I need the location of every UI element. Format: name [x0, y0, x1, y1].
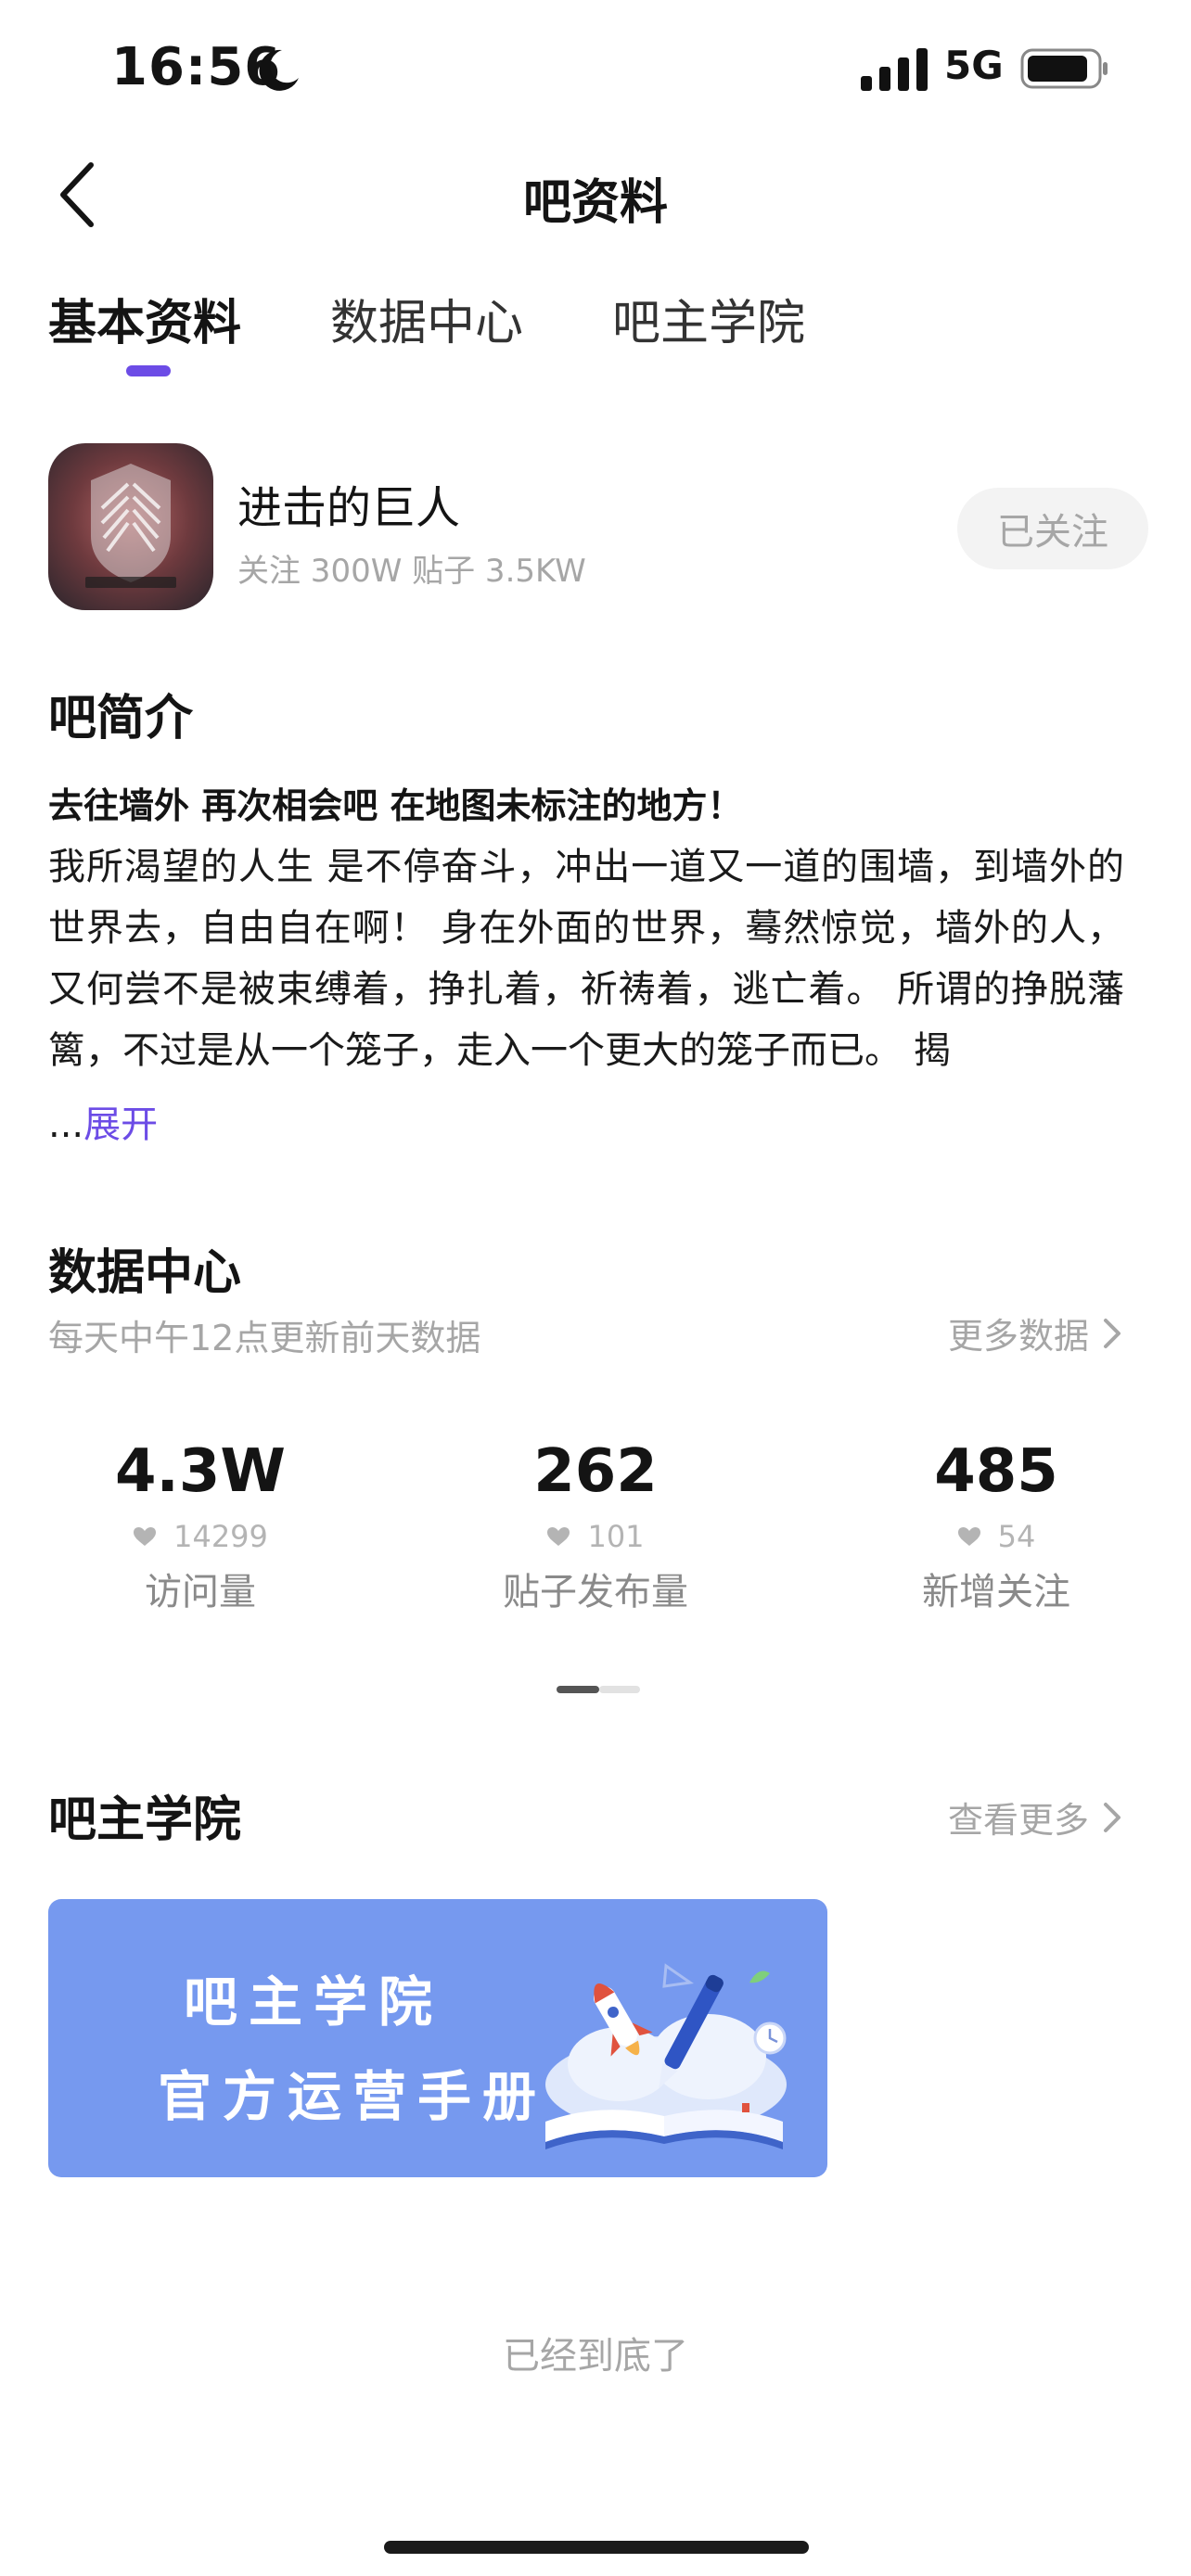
intro-body: 我所渴望的人生 是不停奋斗，冲出一道又一道的围墙，到墙外的世界去，自由自在啊！ …: [48, 846, 1124, 1072]
stat-new-follows-label: 新增关注: [922, 1571, 1070, 1613]
moon-icon: [259, 49, 299, 91]
stat-visits-delta: 14299: [43, 1519, 358, 1554]
stat-new-follows-delta: 54: [839, 1519, 1154, 1554]
down-arrow-icon: [957, 1527, 980, 1546]
chevron-right-icon: [1104, 1318, 1121, 1348]
data-center-subtitle: 每天中午12点更新前天数据: [48, 1318, 481, 1358]
stat-visits-delta-value: 14299: [173, 1519, 268, 1554]
stat-visits-value: 4.3W: [115, 1437, 286, 1506]
battery-icon: [1020, 48, 1108, 89]
followed-button[interactable]: 已关注: [957, 488, 1148, 569]
tab-data-center[interactable]: 数据中心: [330, 284, 523, 353]
expand-link[interactable]: 展开: [83, 1103, 158, 1146]
forum-avatar-wings-emblem: [48, 443, 213, 610]
banner-title-line1: 吧主学院: [184, 1970, 444, 2034]
forum-stats: 关注 300W 贴子 3.5KW: [237, 553, 586, 590]
intro-ellipsis: ...: [48, 1103, 84, 1146]
active-tab-indicator: [126, 365, 171, 376]
banner-title-line2: 官方运营手册: [158, 2065, 548, 2128]
forum-avatar[interactable]: [48, 443, 213, 610]
stat-posts-value: 262: [533, 1437, 658, 1506]
stat-posts-delta-value: 101: [587, 1519, 645, 1554]
intro-headline: 去往墙外 再次相会吧 在地图未标注的地方！: [48, 785, 743, 826]
stat-visits[interactable]: 4.3W 14299 访问量: [43, 1437, 358, 1615]
stat-posts[interactable]: 262 101 贴子发布量: [438, 1437, 753, 1615]
tab-admin-academy[interactable]: 吧主学院: [612, 284, 805, 353]
home-indicator[interactable]: [384, 2541, 809, 2554]
down-arrow-icon: [547, 1527, 570, 1546]
stat-new-follows-delta-value: 54: [997, 1519, 1036, 1554]
see-more-link[interactable]: 查看更多: [948, 1792, 1126, 1843]
open-book-rocket-pen-illustration: [545, 1963, 787, 2149]
stat-visits-label: 访问量: [145, 1571, 256, 1613]
academy-title: 吧主学院: [48, 1792, 242, 1848]
stat-new-follows[interactable]: 485 54 新增关注: [839, 1437, 1154, 1615]
intro-expand-row: ...展开: [48, 1094, 158, 1155]
see-more-label: 查看更多: [948, 1800, 1090, 1841]
more-data-label: 更多数据: [948, 1316, 1090, 1357]
cellular-signal-icon: [861, 48, 928, 91]
tab-basic-info[interactable]: 基本资料: [48, 284, 241, 353]
forum-info-page: 16:56 5G 吧资料 基本资料 数据中心 吧主学院 进击的巨人 关注 300…: [0, 0, 1191, 2576]
stat-posts-delta: 101: [438, 1519, 753, 1554]
stat-new-follows-value: 485: [934, 1437, 1058, 1506]
forum-name: 进击的巨人: [237, 482, 461, 534]
end-of-list-text: 已经到底了: [503, 2335, 688, 2378]
stat-posts-label: 贴子发布量: [503, 1571, 688, 1613]
page-title: 吧资料: [522, 175, 668, 231]
page-indicator-inactive: [599, 1686, 640, 1693]
network-type: 5G: [944, 43, 1004, 88]
academy-banner[interactable]: 吧主学院 官方运营手册: [48, 1899, 827, 2177]
more-data-link[interactable]: 更多数据: [948, 1307, 1126, 1358]
page-indicator-active: [557, 1686, 599, 1693]
data-center-title: 数据中心: [48, 1245, 242, 1301]
down-arrow-icon: [134, 1527, 157, 1546]
intro-section-title: 吧简介: [48, 691, 194, 746]
chevron-right-icon: [1104, 1802, 1121, 1832]
